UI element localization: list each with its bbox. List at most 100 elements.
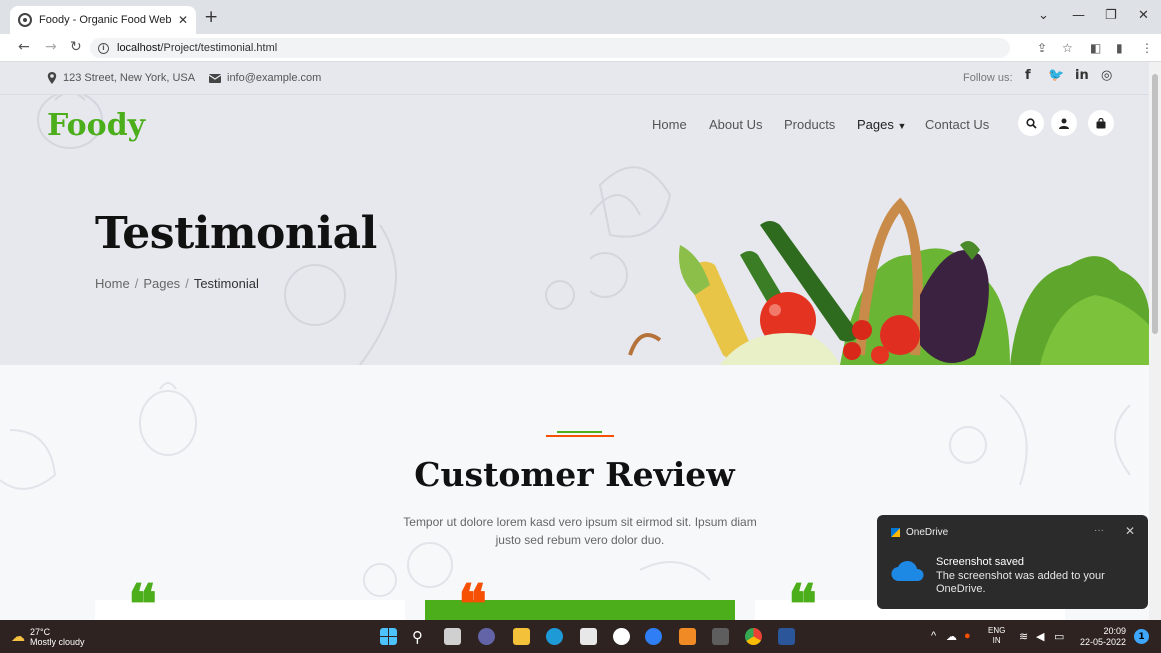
shopping-bag-icon bbox=[1096, 117, 1106, 128]
address-item: 123 Street, New York, USA bbox=[47, 72, 195, 84]
volume-icon[interactable]: ◀ bbox=[1036, 630, 1044, 643]
notification-body: The screenshot was added to your OneDriv… bbox=[936, 570, 1105, 595]
scrollbar-thumb[interactable] bbox=[1152, 74, 1158, 334]
nav-products[interactable]: Products bbox=[784, 117, 835, 132]
browser-tab[interactable]: Foody - Organic Food Website Te ✕ bbox=[10, 6, 196, 34]
notification-app-name: OneDrive bbox=[906, 527, 949, 538]
search-button[interactable] bbox=[1018, 110, 1044, 136]
cloud-icon bbox=[891, 560, 924, 582]
notification-title: Screenshot saved bbox=[936, 556, 1025, 568]
breadcrumb-pages[interactable]: Pages bbox=[143, 276, 180, 291]
xampp-icon[interactable] bbox=[679, 628, 696, 645]
sublime-text-icon[interactable] bbox=[712, 628, 729, 645]
chevron-down-icon: ▼ bbox=[897, 121, 907, 131]
nav-about-us[interactable]: About Us bbox=[709, 117, 762, 132]
envelope-icon bbox=[209, 73, 221, 83]
weather-icon[interactable]: ☁ bbox=[11, 629, 25, 645]
url-text: localhost/Project/testimonial.html bbox=[117, 42, 278, 54]
minimize-button[interactable]: — bbox=[1072, 8, 1085, 23]
reload-icon[interactable]: ↻ bbox=[70, 39, 82, 55]
clock-date: 22-05-2022 bbox=[1080, 637, 1127, 647]
address-bar-row: ← → ↻ i localhost/Project/testimonial.ht… bbox=[0, 34, 1161, 62]
nav-pages[interactable]: Pages ▼ bbox=[857, 117, 906, 132]
page-scrollbar[interactable] bbox=[1149, 62, 1161, 620]
file-explorer-icon[interactable] bbox=[513, 628, 530, 645]
twitter-icon[interactable]: 🐦 bbox=[1048, 68, 1064, 83]
weather-temp: 27°C bbox=[30, 627, 51, 637]
nav-home[interactable]: Home bbox=[652, 117, 687, 132]
word-icon[interactable] bbox=[778, 628, 795, 645]
system-clock[interactable]: 20:09 22-05-2022 bbox=[1080, 626, 1126, 648]
forward-icon[interactable]: → bbox=[45, 39, 57, 55]
quote-icon: ❝ bbox=[458, 572, 488, 620]
restore-button[interactable]: ❐ bbox=[1105, 8, 1117, 23]
follow-label: Follow us: bbox=[963, 72, 1013, 84]
page-header-hero: Foody Home About Us Products Pages ▼ Con… bbox=[0, 95, 1149, 365]
quote-icon: ❝ bbox=[788, 572, 818, 620]
notification-app: OneDrive bbox=[891, 527, 948, 538]
top-info-bar: 123 Street, New York, USA info@example.c… bbox=[0, 62, 1149, 95]
sidepanel-icon[interactable]: ◧ bbox=[1090, 41, 1101, 55]
battery-icon[interactable]: ▭ bbox=[1054, 630, 1064, 643]
email-item[interactable]: info@example.com bbox=[209, 72, 321, 84]
search-icon[interactable]: ⚲ bbox=[412, 628, 429, 646]
teams-chat-icon[interactable] bbox=[478, 628, 495, 645]
nav-pages-label: Pages bbox=[857, 117, 894, 132]
cart-button[interactable] bbox=[1088, 110, 1114, 136]
breadcrumb-current: Testimonial bbox=[193, 276, 259, 291]
breadcrumb: Home / Pages / Testimonial bbox=[95, 276, 259, 291]
cloud-tray-icon[interactable]: ☁ bbox=[946, 630, 957, 643]
section-title: Customer Review bbox=[414, 455, 735, 494]
new-tab-button[interactable]: + bbox=[204, 7, 218, 27]
task-view-icon[interactable] bbox=[444, 628, 461, 645]
weather-widget[interactable]: 27°C Mostly cloudy bbox=[30, 627, 85, 647]
vegetable-basket-image bbox=[590, 194, 1149, 365]
linkedin-icon[interactable]: in bbox=[1075, 68, 1089, 83]
user-icon bbox=[1059, 118, 1069, 129]
language-indicator[interactable]: ENG IN bbox=[988, 626, 1005, 646]
onedrive-notification[interactable]: OneDrive ··· ✕ Screenshot saved The scre… bbox=[877, 515, 1148, 609]
browser-tab-strip: Foody - Organic Food Website Te ✕ + ⌄ — … bbox=[0, 0, 1161, 34]
github-icon[interactable] bbox=[613, 628, 630, 645]
windows-taskbar: ☁ 27°C Mostly cloudy ⚲ ^ ☁ ● ENG IN ≋ ◀ … bbox=[0, 620, 1161, 653]
wifi-icon[interactable]: ≋ bbox=[1019, 630, 1028, 643]
chevron-up-icon[interactable]: ^ bbox=[931, 630, 936, 642]
extension-icon[interactable]: ▮ bbox=[1116, 41, 1123, 55]
star-icon[interactable]: ☆ bbox=[1062, 41, 1073, 55]
language-code: ENG bbox=[988, 626, 1006, 635]
close-icon[interactable]: ✕ bbox=[1125, 524, 1135, 538]
section-description: Tempor ut dolore lorem kasd vero ipsum s… bbox=[403, 515, 757, 547]
back-icon[interactable]: ← bbox=[18, 39, 30, 55]
notification-tray-icon[interactable]: ● bbox=[964, 630, 971, 642]
clock-time: 20:09 bbox=[1103, 626, 1127, 636]
breadcrumb-home[interactable]: Home bbox=[95, 276, 130, 291]
windows-start-icon[interactable] bbox=[380, 628, 397, 645]
chevron-down-icon[interactable]: ⌄ bbox=[1038, 8, 1049, 23]
notification-count-badge[interactable]: 1 bbox=[1134, 629, 1149, 644]
share-icon[interactable]: ⇪ bbox=[1037, 41, 1047, 55]
account-button[interactable] bbox=[1051, 110, 1077, 136]
nav-contact-us[interactable]: Contact Us bbox=[925, 117, 989, 132]
section-divider-accent bbox=[546, 435, 614, 437]
search-icon bbox=[1025, 117, 1037, 129]
edge-browser-icon[interactable] bbox=[546, 628, 563, 645]
onedrive-logo-icon bbox=[891, 528, 900, 537]
firefox-dev-icon[interactable] bbox=[645, 628, 662, 645]
more-options-icon[interactable]: ··· bbox=[1094, 525, 1104, 536]
quote-icon: ❝ bbox=[128, 572, 158, 620]
weather-condition: Mostly cloudy bbox=[30, 637, 85, 647]
page-title: Testimonial bbox=[95, 208, 377, 259]
info-icon[interactable]: i bbox=[98, 42, 109, 54]
menu-icon[interactable]: ⋮ bbox=[1141, 41, 1153, 55]
chrome-icon[interactable] bbox=[745, 628, 762, 645]
close-window-button[interactable]: ✕ bbox=[1138, 8, 1149, 23]
section-divider bbox=[557, 431, 602, 433]
address-text: 123 Street, New York, USA bbox=[63, 72, 196, 84]
site-logo[interactable]: Foody bbox=[47, 108, 145, 143]
close-tab-icon[interactable]: ✕ bbox=[178, 13, 188, 27]
instagram-icon[interactable]: ◎ bbox=[1101, 68, 1112, 83]
url-field[interactable]: i localhost/Project/testimonial.html bbox=[90, 38, 1010, 58]
store-icon[interactable] bbox=[580, 628, 597, 645]
globe-icon bbox=[18, 13, 32, 27]
facebook-icon[interactable]: f bbox=[1025, 68, 1031, 83]
